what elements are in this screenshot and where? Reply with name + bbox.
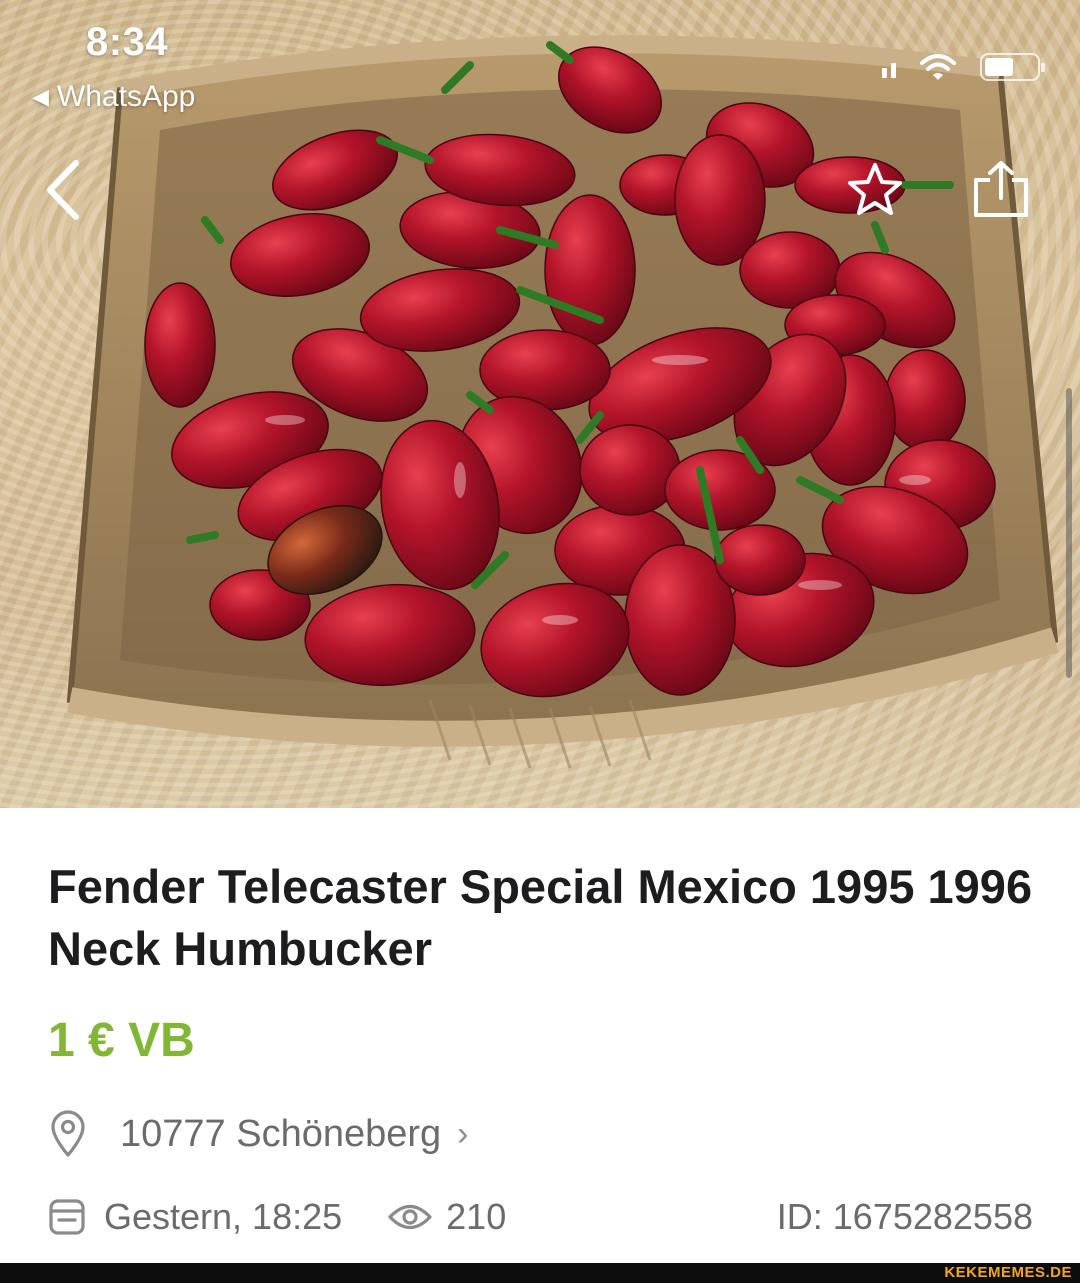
listing-id: ID: 1675282558 bbox=[776, 1196, 1033, 1237]
eye-icon bbox=[388, 1204, 432, 1230]
back-app-label: WhatsApp bbox=[56, 80, 196, 113]
cellular-signal-icon bbox=[882, 56, 896, 78]
chevron-left-icon[interactable] bbox=[40, 155, 90, 225]
bottom-bar bbox=[0, 1263, 1080, 1283]
posted-date: Gestern, 18:25 bbox=[104, 1196, 343, 1237]
battery-level bbox=[985, 58, 1013, 76]
battery-icon bbox=[980, 53, 1045, 81]
back-to-app-link[interactable]: ◀ WhatsApp bbox=[32, 80, 195, 114]
share-icon[interactable] bbox=[968, 160, 1034, 220]
location-pin-icon bbox=[51, 1110, 85, 1157]
location-link[interactable]: 10777 Schöneberg › bbox=[48, 1108, 469, 1160]
listing-price: 1 € VB bbox=[48, 1014, 195, 1067]
status-icons bbox=[882, 52, 1045, 82]
status-time: 8:34 bbox=[86, 20, 169, 64]
back-triangle-icon: ◀ bbox=[32, 84, 49, 109]
scroll-indicator bbox=[1066, 388, 1072, 678]
location-text: 10777 Schöneberg bbox=[120, 1112, 442, 1155]
wifi-icon bbox=[920, 54, 956, 80]
listing-title: Fender Telecaster Special Mexico 1995 19… bbox=[48, 860, 1033, 975]
listing-meta: Gestern, 18:25 210 ID: 1675282558 bbox=[48, 1192, 1033, 1242]
pepper-basket-image bbox=[66, 35, 1059, 769]
watermark: KEKEMEMES.DE bbox=[944, 1264, 1072, 1281]
chevron-right-icon: › bbox=[457, 1114, 469, 1153]
view-count: 210 bbox=[446, 1196, 507, 1237]
calendar-icon bbox=[49, 1199, 85, 1235]
star-icon[interactable] bbox=[845, 160, 905, 220]
listing-photo[interactable]: 8:34 ◀ WhatsApp bbox=[0, 0, 1080, 808]
